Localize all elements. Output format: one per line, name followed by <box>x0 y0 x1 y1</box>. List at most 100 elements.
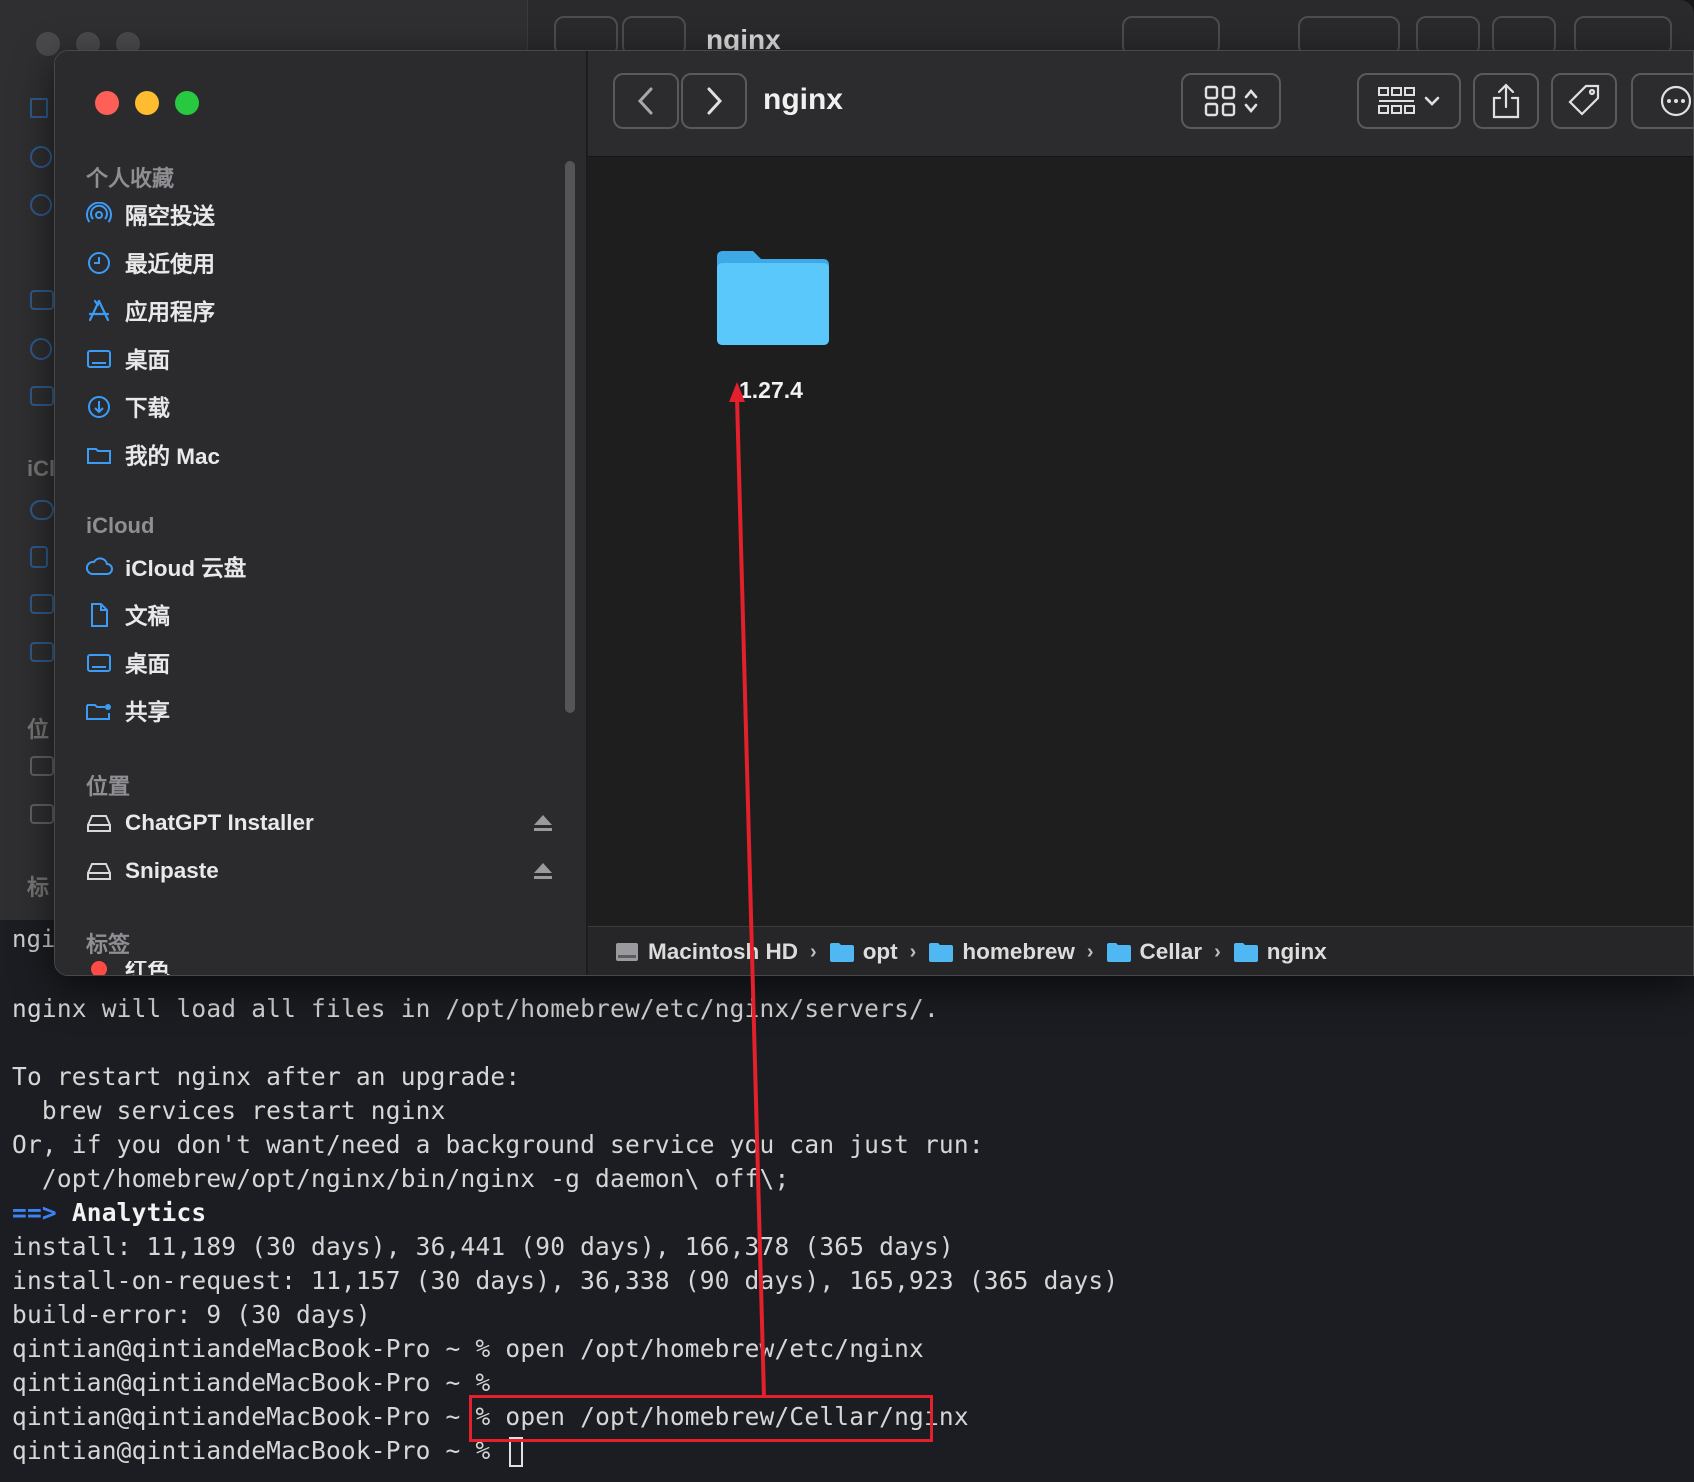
icon-view-grid-icon <box>1204 85 1236 117</box>
share-button[interactable] <box>1473 73 1539 129</box>
terminal-command: open /opt/homebrew/etc/nginx <box>490 1334 924 1363</box>
sidebar-item-label: 隔空投送 <box>125 204 216 229</box>
sidebar-item-documents[interactable]: 文稿 <box>85 595 555 635</box>
bg-drive-icon-2 <box>30 804 54 824</box>
airdrop-icon <box>85 201 113 229</box>
bg-folder-icon <box>30 386 54 406</box>
tags-section-title: 标签 <box>86 932 131 957</box>
terminal-line: Or, if you don't want/need a background … <box>12 1130 984 1159</box>
terminal-line: To restart nginx after an upgrade: <box>12 1062 521 1091</box>
path-separator-icon: › <box>909 940 917 963</box>
path-separator-icon: › <box>1214 940 1221 963</box>
path-item-macintosh-hd[interactable]: Macintosh HD <box>614 939 798 965</box>
group-grid-icon <box>1378 87 1415 114</box>
sidebar-item-desktop[interactable]: 桌面 <box>85 339 555 379</box>
folder-icon <box>1233 943 1258 962</box>
sidebar-item-snipaste[interactable]: Snipaste <box>85 851 555 891</box>
close-button[interactable] <box>95 91 119 115</box>
terminal-line: install: 11,189 (30 days), 36,441 (90 da… <box>12 1232 954 1261</box>
ellipsis-circle-icon <box>1660 85 1692 117</box>
path-item-label: homebrew <box>962 939 1075 964</box>
terminal-prompt: qintian@qintiandeMacBook-Pro ~ % <box>12 1402 491 1431</box>
path-item-label: Cellar <box>1139 939 1203 964</box>
more-actions-button[interactable] <box>1631 73 1693 129</box>
share-icon <box>1492 83 1520 119</box>
tag-icon <box>1568 84 1600 116</box>
chevron-down-icon <box>1424 96 1440 106</box>
annotation-highlight-box <box>469 1395 933 1442</box>
sidebar-item-label: 下载 <box>125 396 171 421</box>
sidebar-item-label: iCloud 云盘 <box>125 556 247 581</box>
bg-shared-icon <box>30 642 54 662</box>
folder-item-label: 1.27.4 <box>739 377 803 403</box>
path-separator-icon: › <box>1086 940 1094 963</box>
back-button[interactable] <box>613 73 679 129</box>
terminal-prompt-line[interactable]: qintian@qintiandeMacBook-Pro ~ % <box>12 1436 524 1467</box>
tag-button[interactable] <box>1551 73 1617 129</box>
path-item-cellar[interactable]: Cellar <box>1106 939 1203 965</box>
sidebar-item-label: ChatGPT Installer <box>125 810 314 835</box>
terminal-prompt: qintian@qintiandeMacBook-Pro ~ % <box>12 1436 491 1465</box>
sidebar-item-recents[interactable]: 最近使用 <box>85 243 555 283</box>
chevron-right-icon <box>707 87 723 115</box>
sidebar-item-label: 应用程序 <box>125 300 216 325</box>
sidebar-item-icloud-desktop[interactable]: 桌面 <box>85 643 555 683</box>
path-separator-icon: › <box>810 940 817 963</box>
eject-icon[interactable] <box>531 859 555 883</box>
icloud-section-title: iCloud <box>86 513 155 538</box>
terminal-prompt: qintian@qintiandeMacBook-Pro ~ % <box>12 1334 491 1363</box>
forward-button[interactable] <box>681 73 747 129</box>
terminal-line: /opt/homebrew/opt/nginx/bin/nginx -g dae… <box>12 1164 790 1193</box>
folder-icon <box>929 943 954 962</box>
view-mode-button[interactable] <box>1181 73 1281 129</box>
bg-cloud-icon <box>30 500 54 520</box>
terminal-line: nginx will load all files in /opt/homebr… <box>12 994 939 1023</box>
sidebar-item-my-mac[interactable]: 我的 Mac <box>85 435 555 475</box>
path-item-label: nginx <box>1266 939 1327 964</box>
terminal-prompt-line: qintian@qintiandeMacBook-Pro ~ % <box>12 1368 490 1397</box>
path-bar: Macintosh HD › opt › homebrew › Cellar ›… <box>588 926 1693 975</box>
zoom-button[interactable] <box>175 91 199 115</box>
hard-drive-icon <box>616 943 638 961</box>
path-item-opt[interactable]: opt <box>829 939 898 965</box>
group-button[interactable] <box>1357 73 1461 129</box>
bg-document-icon <box>30 546 48 568</box>
sidebar-item-downloads[interactable]: 下载 <box>85 387 555 427</box>
sidebar-item-label: 我的 Mac <box>125 444 221 469</box>
locations-section-title: 位置 <box>86 774 131 799</box>
drive-icon <box>85 809 113 837</box>
terminal-line: install-on-request: 11,157 (30 days), 36… <box>12 1266 1119 1295</box>
sidebar-item-tag-red[interactable]: 红色 <box>85 961 555 976</box>
terminal-arrow-prefix: ==> <box>12 1198 57 1227</box>
sidebar-item-label: Snipaste <box>125 858 219 883</box>
sidebar-item-shared[interactable]: 共享 <box>85 691 555 731</box>
sidebar-item-chatgpt-installer[interactable]: ChatGPT Installer <box>85 803 555 843</box>
red-tag-dot-icon <box>85 961 113 975</box>
chevron-updown-icon <box>1244 88 1258 114</box>
folder-icon <box>85 441 113 469</box>
sidebar-item-label: 红色 <box>125 961 171 976</box>
clock-icon <box>85 249 113 277</box>
sidebar-item-label: 文稿 <box>125 604 171 629</box>
sidebar-scrollbar[interactable] <box>565 161 575 713</box>
terminal-partial-line: ngi <box>12 925 56 953</box>
bg-icloud-fragment: iCl <box>27 456 56 481</box>
sidebar-item-airdrop[interactable]: 隔空投送 <box>85 195 555 235</box>
cloud-icon <box>85 553 113 581</box>
document-icon <box>85 601 113 629</box>
path-item-nginx[interactable]: nginx <box>1233 939 1327 965</box>
folder-item[interactable] <box>675 247 871 352</box>
finder-window: 个人收藏 隔空投送 最近使用 应用程序 桌面 下载 我的 Mac iCloud … <box>54 50 1694 976</box>
folder-icon <box>717 251 829 345</box>
sidebar-item-icloud-drive[interactable]: iCloud 云盘 <box>85 547 555 587</box>
sidebar-item-label: 桌面 <box>125 652 171 677</box>
sidebar-item-applications[interactable]: 应用程序 <box>85 291 555 331</box>
window-title: nginx <box>763 83 843 116</box>
path-item-label: opt <box>862 939 898 964</box>
bg-desktop-icon <box>30 290 54 310</box>
bg-clock-icon <box>30 194 52 216</box>
path-item-homebrew[interactable]: homebrew <box>928 939 1075 965</box>
minimize-button[interactable] <box>135 91 159 115</box>
eject-icon[interactable] <box>531 811 555 835</box>
sidebar-item-label: 最近使用 <box>125 252 216 277</box>
